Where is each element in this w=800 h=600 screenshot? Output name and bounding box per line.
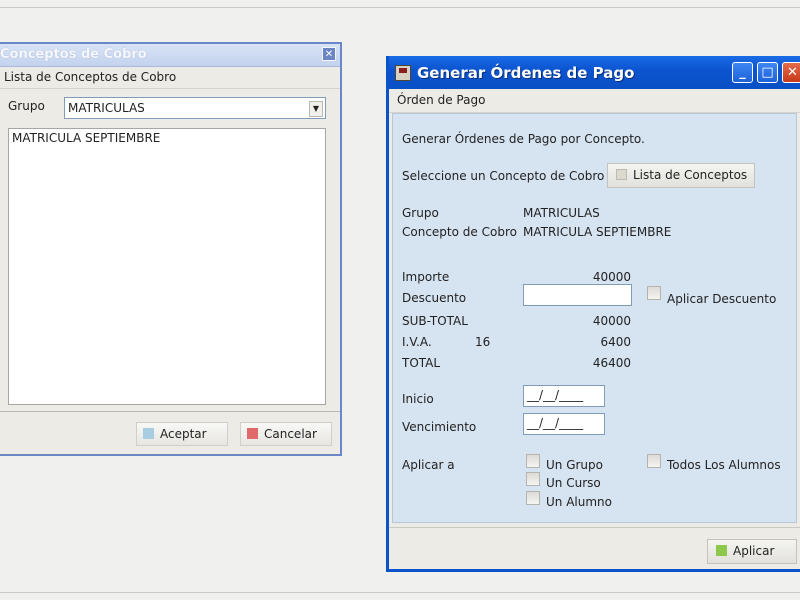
ordenes-form-panel: Generar Órdenes de Pago por Concepto. Se… <box>392 113 797 523</box>
form-heading: Generar Órdenes de Pago por Concepto. <box>402 132 645 146</box>
descuento-label: Descuento <box>402 291 467 305</box>
concepto-label: Concepto de Cobro <box>402 225 517 239</box>
ordenes-titlebar[interactable]: Generar Órdenes de Pago _ □ ✕ <box>389 56 800 89</box>
conceptos-window-title: Conceptos de Cobro <box>0 47 147 62</box>
select-concept-label: Seleccione un Concepto de Cobro <box>402 169 605 183</box>
un-curso-label: Un Curso <box>546 476 601 490</box>
cancel-icon <box>247 428 258 439</box>
maximize-icon[interactable]: □ <box>757 62 778 83</box>
un-alumno-checkbox[interactable] <box>526 491 540 505</box>
close-icon[interactable]: ✕ <box>322 47 336 61</box>
inicio-label: Inicio <box>402 392 434 406</box>
vencimiento-label: Vencimiento <box>402 420 477 434</box>
menu-orden-de-pago[interactable]: Órden de Pago <box>397 93 485 107</box>
list-item[interactable]: MATRICULA SEPTIEMBRE <box>12 131 322 145</box>
cancelar-button[interactable]: Cancelar <box>240 422 332 446</box>
aplicar-label: Aplicar <box>733 544 775 558</box>
importe-label: Importe <box>402 270 450 284</box>
divider <box>389 527 800 528</box>
subtotal-value: 40000 <box>592 314 631 328</box>
concepto-value: MATRICULA SEPTIEMBRE <box>523 225 672 239</box>
descuento-input[interactable] <box>523 284 632 306</box>
aplicar-a-label: Aplicar a <box>402 458 455 472</box>
iva-value: 6400 <box>600 335 631 349</box>
close-icon[interactable]: ✕ <box>782 62 800 83</box>
ordenes-menubar: Órden de Pago <box>389 89 800 113</box>
grupo-select-value: MATRICULAS <box>68 101 145 115</box>
un-curso-checkbox[interactable] <box>526 472 540 486</box>
un-grupo-checkbox[interactable] <box>526 454 540 468</box>
grupo-value: MATRICULAS <box>523 206 600 220</box>
cancelar-label: Cancelar <box>264 427 317 441</box>
app-icon[interactable] <box>395 65 411 81</box>
iva-rate: 16 <box>475 335 491 349</box>
ordenes-window-title: Generar Órdenes de Pago <box>417 64 635 82</box>
apply-icon <box>716 545 727 556</box>
aceptar-button[interactable]: Aceptar <box>136 422 228 446</box>
conceptos-window: Conceptos de Cobro ✕ Lista de Conceptos … <box>0 42 342 456</box>
grupo-select[interactable]: MATRICULAS ▼ <box>64 97 326 119</box>
inicio-date-input[interactable]: __/__/____ <box>523 385 605 407</box>
menu-lista-conceptos[interactable]: Lista de Conceptos de Cobro <box>4 70 176 84</box>
desktop-top-rule <box>0 7 800 8</box>
aplicar-button[interactable]: Aplicar <box>707 539 797 564</box>
divider <box>0 411 340 412</box>
un-grupo-label: Un Grupo <box>546 458 603 472</box>
aplicar-descuento-checkbox[interactable] <box>647 286 661 300</box>
conceptos-titlebar[interactable]: Conceptos de Cobro ✕ <box>0 44 340 67</box>
total-value: 46400 <box>592 356 631 370</box>
todos-alumnos-label: Todos Los Alumnos <box>667 458 781 472</box>
aplicar-descuento-label: Aplicar Descuento <box>667 292 777 306</box>
accept-icon <box>143 428 154 439</box>
subtotal-label: SUB-TOTAL <box>402 314 468 328</box>
desktop-bottom-rule <box>0 592 800 593</box>
importe-value: 40000 <box>592 270 631 284</box>
aceptar-label: Aceptar <box>160 427 207 441</box>
grupo-label: Grupo <box>402 206 439 220</box>
minimize-icon[interactable]: _ <box>732 62 753 83</box>
chevron-down-icon[interactable]: ▼ <box>309 101 323 117</box>
todos-alumnos-checkbox[interactable] <box>647 454 661 468</box>
conceptos-listbox[interactable]: MATRICULA SEPTIEMBRE <box>8 128 326 405</box>
grupo-label: Grupo <box>8 99 45 113</box>
total-label: TOTAL <box>402 356 441 370</box>
lista-conceptos-button[interactable]: Lista de Conceptos <box>607 163 755 188</box>
conceptos-menubar: Lista de Conceptos de Cobro <box>0 67 340 89</box>
ordenes-window: Generar Órdenes de Pago _ □ ✕ Órden de P… <box>386 56 800 572</box>
list-icon <box>616 169 627 180</box>
un-alumno-label: Un Alumno <box>546 495 612 509</box>
ordenes-client: Órden de Pago Generar Órdenes de Pago po… <box>389 89 800 569</box>
vencimiento-date-input[interactable]: __/__/____ <box>523 413 605 435</box>
iva-label: I.V.A. <box>402 335 432 349</box>
lista-conceptos-label: Lista de Conceptos <box>633 168 748 182</box>
